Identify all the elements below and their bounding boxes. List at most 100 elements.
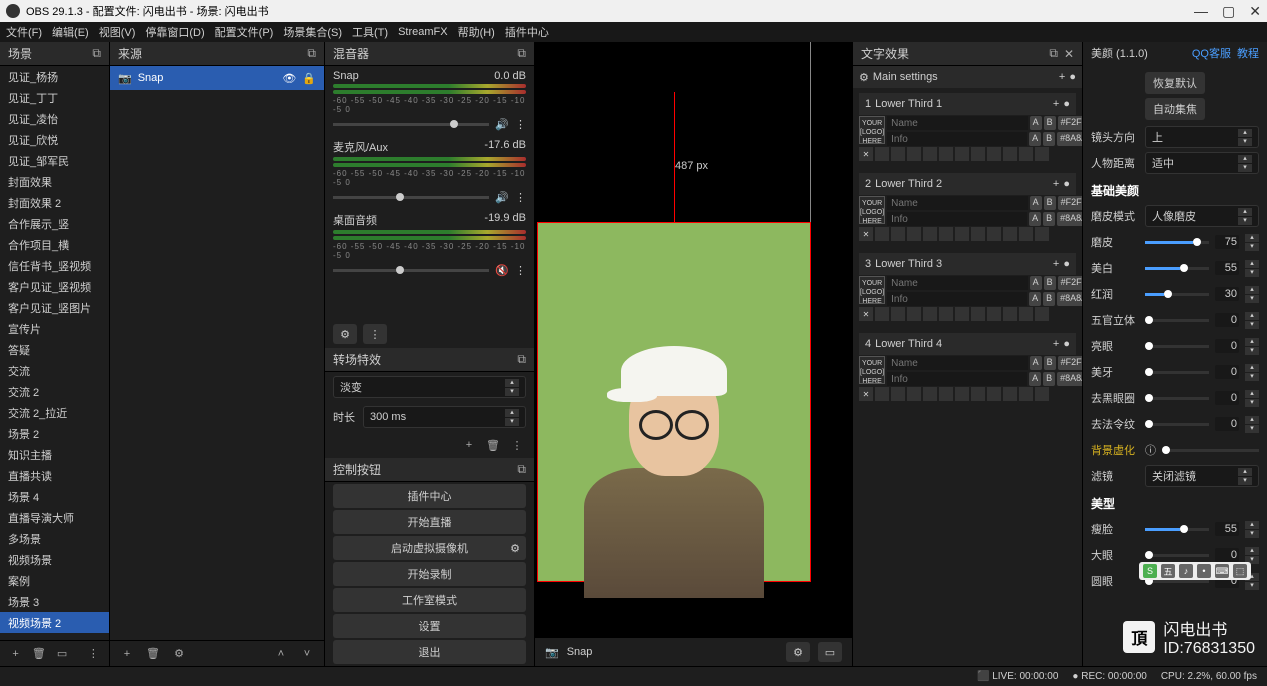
color-badge[interactable]: #F2F2F [1058, 116, 1082, 130]
beauty-slider[interactable] [1145, 397, 1209, 400]
preset-icon[interactable] [939, 227, 953, 241]
skinmode-select[interactable]: 人像磨皮▴▾ [1145, 205, 1259, 227]
logo-placeholder[interactable]: YOUR [LOGO] HERE [859, 356, 885, 384]
scene-item[interactable]: 场景 4 [0, 486, 109, 507]
preset-icon[interactable] [939, 147, 953, 161]
mute-icon[interactable]: 🔇 [495, 264, 509, 277]
control-button[interactable]: 设置 [333, 614, 526, 638]
name-input[interactable] [887, 196, 1028, 210]
scene-item[interactable]: 直播共读 [0, 465, 109, 486]
logo-placeholder[interactable]: YOUR [LOGO] HERE [859, 196, 885, 224]
lock-icon[interactable]: 🔒 [302, 72, 316, 85]
preset-icon[interactable] [907, 307, 921, 321]
preset-icon[interactable] [987, 307, 1001, 321]
preset-icon[interactable] [955, 387, 969, 401]
transition-select[interactable]: 淡变 ▴▾ [333, 376, 526, 398]
spinner[interactable]: ▴▾ [1245, 312, 1259, 329]
beauty-slider[interactable] [1145, 345, 1209, 348]
preset-icon[interactable] [1003, 307, 1017, 321]
popout-icon[interactable]: ⧉ [517, 46, 526, 61]
beauty-slider[interactable] [1145, 267, 1209, 270]
preset-icon[interactable] [891, 227, 905, 241]
preset-icon[interactable] [923, 387, 937, 401]
preset-icon[interactable] [987, 227, 1001, 241]
scene-item[interactable]: 见证_凌怡 [0, 108, 109, 129]
preset-icon[interactable] [939, 387, 953, 401]
scene-item[interactable]: 视频场景 2 [0, 612, 109, 633]
scene-item[interactable]: 直播导演大师 [0, 507, 109, 528]
duration-input[interactable]: 300 ms ▴▾ [363, 406, 526, 428]
preset-icon[interactable] [1019, 307, 1033, 321]
toggle-icon[interactable]: ● [1063, 338, 1070, 350]
visibility-icon[interactable]: 👁 [282, 72, 296, 85]
menu-item[interactable]: StreamFX [398, 26, 448, 38]
preset-icon[interactable] [907, 387, 921, 401]
lens-dir-select[interactable]: 上▴▾ [1145, 126, 1259, 148]
source-item[interactable]: 📷 Snap 👁 🔒 [110, 66, 324, 90]
scene-item[interactable]: 见证_欣悦 [0, 129, 109, 150]
info-icon[interactable]: ⓘ [1145, 442, 1156, 458]
info-input[interactable] [887, 132, 1027, 146]
logo-placeholder[interactable]: YOUR [LOGO] HERE [859, 276, 885, 304]
scene-menu-button[interactable]: ⋮ [86, 645, 101, 663]
add-icon[interactable]: + [1053, 338, 1059, 350]
spinner[interactable]: ▴▾ [1245, 364, 1259, 381]
scene-item[interactable]: 见证_杨扬 [0, 66, 109, 87]
preset-icon[interactable] [971, 227, 985, 241]
transition-menu-button[interactable]: ⋮ [508, 436, 526, 454]
source-settings-button[interactable]: ⚙ [170, 645, 188, 663]
close-panel-icon[interactable]: ✕ [1064, 47, 1074, 61]
preset-icon[interactable] [891, 147, 905, 161]
scene-item[interactable]: 见证_邹军民 [0, 150, 109, 171]
control-button[interactable]: 开始直播 [333, 510, 526, 534]
toggle-icon[interactable]: ● [1069, 71, 1076, 83]
preset-icon[interactable] [1003, 147, 1017, 161]
move-up-button[interactable]: ˄ [272, 645, 290, 663]
preset-icon[interactable] [1003, 227, 1017, 241]
preset-icon[interactable] [1019, 387, 1033, 401]
preview-settings-button[interactable]: ⚙ [786, 642, 810, 662]
qq-link[interactable]: QQ客服 [1192, 45, 1231, 61]
preset-icon[interactable] [907, 227, 921, 241]
control-button[interactable]: 启动虚拟摄像机⚙ [333, 536, 526, 560]
channel-menu[interactable]: ⋮ [515, 118, 526, 131]
scene-item[interactable]: 客户见证_竖图片 [0, 297, 109, 318]
speaker-icon[interactable]: 🔊 [495, 118, 509, 131]
move-down-button[interactable]: ˅ [298, 645, 316, 663]
scene-item[interactable]: 交流 2_拉近 [0, 402, 109, 423]
scene-item[interactable]: 见证_丁丁 [0, 87, 109, 108]
delete-transition-button[interactable]: 🗑 [484, 436, 502, 454]
preset-icon[interactable] [987, 387, 1001, 401]
popout-icon[interactable]: ⧉ [1049, 46, 1058, 61]
preset-icon[interactable] [971, 307, 985, 321]
control-button[interactable]: 工作室模式 [333, 588, 526, 612]
info-input[interactable] [887, 372, 1027, 386]
volume-slider[interactable] [333, 123, 489, 126]
channel-menu[interactable]: ⋮ [515, 264, 526, 277]
close-icon[interactable]: ✕ [859, 147, 873, 161]
menu-item[interactable]: 配置文件(P) [215, 24, 274, 40]
minimize-icon[interactable]: — [1194, 3, 1208, 20]
name-input[interactable] [887, 356, 1028, 370]
preset-icon[interactable] [1035, 227, 1049, 241]
scene-item[interactable]: 信任背书_竖视频 [0, 255, 109, 276]
scene-item[interactable]: 客户见证_竖视频 [0, 276, 109, 297]
mixer-menu-button[interactable]: ⋮ [363, 324, 387, 344]
preset-icon[interactable] [1003, 387, 1017, 401]
color-badge[interactable]: #F2F2F [1058, 276, 1082, 290]
beauty-slider[interactable] [1145, 293, 1209, 296]
menu-item[interactable]: 文件(F) [6, 24, 42, 40]
scene-item[interactable]: 封面效果 2 [0, 192, 109, 213]
mixer-settings-button[interactable]: ⚙ [333, 324, 357, 344]
scene-item[interactable]: 案例 [0, 570, 109, 591]
spinner[interactable]: ▴▾ [1245, 416, 1259, 433]
toggle-icon[interactable]: ● [1063, 258, 1070, 270]
preset-icon[interactable] [1019, 227, 1033, 241]
color-badge[interactable]: #8A8A8 [1057, 372, 1082, 386]
preset-icon[interactable] [923, 147, 937, 161]
scene-item[interactable]: 答疑 [0, 339, 109, 360]
delete-source-button[interactable]: 🗑 [144, 645, 162, 663]
menu-item[interactable]: 场景集合(S) [283, 24, 342, 40]
scene-item[interactable]: 多场景 [0, 528, 109, 549]
scene-item[interactable]: 场景 3 [0, 591, 109, 612]
